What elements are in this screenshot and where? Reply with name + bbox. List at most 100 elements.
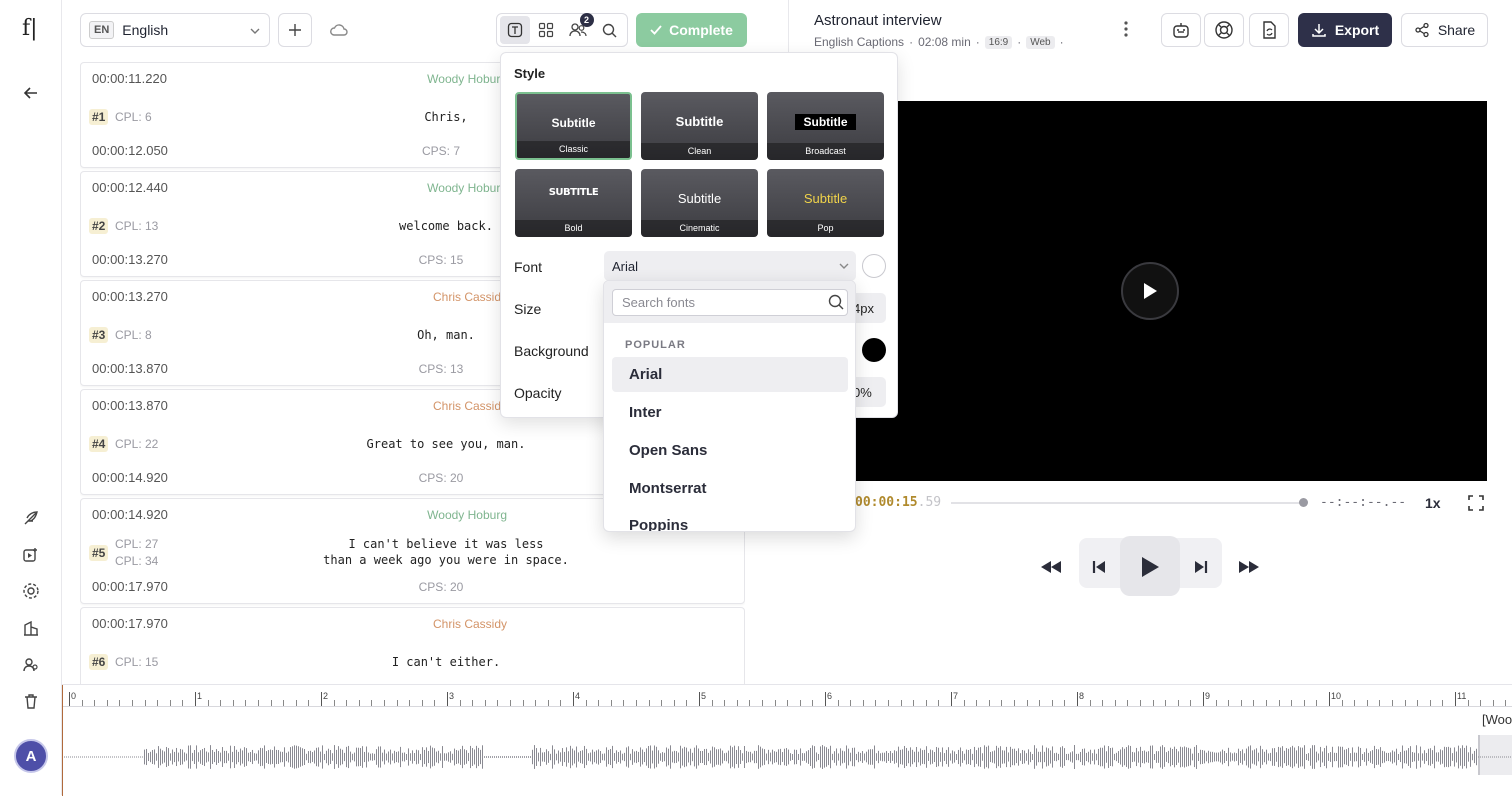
waveform-bar xyxy=(934,751,935,763)
seek-handle[interactable] xyxy=(1299,498,1308,507)
speaker-name[interactable]: Chris Cassidy xyxy=(381,617,507,631)
waveform-bar xyxy=(1016,750,1017,764)
font-option-open-sans[interactable]: Open Sans xyxy=(612,433,848,468)
waveform-bar xyxy=(302,748,303,766)
start-time[interactable]: 00:00:13.270 xyxy=(92,289,168,304)
help-button[interactable] xyxy=(1204,13,1244,47)
grid-view-button[interactable] xyxy=(532,16,562,44)
start-time[interactable]: 00:00:13.870 xyxy=(92,398,168,413)
previous-button[interactable] xyxy=(1086,548,1112,586)
feather-icon[interactable] xyxy=(19,506,43,530)
time-ruler[interactable]: 0 1 2 3 4 5 6 7 8 9 10 11 xyxy=(62,691,1512,707)
waveform-bar xyxy=(1194,746,1195,768)
end-time[interactable]: 00:00:12.050 xyxy=(92,143,168,158)
sync-button[interactable] xyxy=(1249,13,1289,47)
video-add-icon[interactable] xyxy=(19,543,43,567)
start-time[interactable]: 00:00:11.220 xyxy=(92,71,167,86)
subtitle-text[interactable]: I can't either. xyxy=(256,654,636,670)
font-option-montserrat[interactable]: Montserrat xyxy=(612,471,848,506)
speaker-name[interactable]: Woody Hoburg xyxy=(381,72,507,86)
video-preview[interactable] xyxy=(810,101,1487,481)
waveform-bar xyxy=(686,747,687,767)
fast-forward-button[interactable] xyxy=(1234,548,1264,586)
waveform-bar xyxy=(66,756,67,758)
complete-button[interactable]: Complete xyxy=(636,13,747,47)
language-select[interactable]: EN English xyxy=(80,13,270,47)
share-button[interactable]: Share xyxy=(1401,13,1488,47)
settings-icon[interactable] xyxy=(19,579,43,603)
playhead[interactable] xyxy=(62,685,63,796)
subtitle-text[interactable]: I can't believe it was less xyxy=(256,536,636,552)
user-avatar[interactable]: A xyxy=(14,739,48,773)
project-title[interactable]: Astronaut interview xyxy=(814,12,942,29)
subtitle-text[interactable]: Great to see you, man. xyxy=(256,436,636,452)
preset-classic[interactable]: Subtitle Classic xyxy=(515,92,632,160)
waveform-bar xyxy=(928,753,929,761)
add-button[interactable] xyxy=(278,13,312,47)
waveform-bar xyxy=(422,747,423,767)
waveform-bar xyxy=(726,752,727,762)
playback-speed[interactable]: 1x xyxy=(1425,495,1441,511)
waveform-bar xyxy=(134,756,135,758)
waveform-bar xyxy=(1228,747,1229,767)
end-time[interactable]: 00:00:13.270 xyxy=(92,252,168,267)
ai-assistant-button[interactable] xyxy=(1161,13,1201,47)
timeline[interactable]: 0 1 2 3 4 5 6 7 8 9 10 11 [Woo xyxy=(62,684,1512,796)
preset-pop[interactable]: Subtitle Pop xyxy=(767,169,884,237)
font-option-poppins[interactable]: Poppins xyxy=(612,508,848,531)
preset-sample: Subtitle xyxy=(803,191,848,206)
ruler-minor-tick xyxy=(648,700,650,706)
text-style-button[interactable] xyxy=(500,16,530,44)
preset-clean[interactable]: Subtitle Clean xyxy=(641,92,758,160)
font-select[interactable]: Arial xyxy=(604,251,856,281)
preset-cinematic[interactable]: Subtitle Cinematic xyxy=(641,169,758,237)
play-button[interactable] xyxy=(1135,548,1165,586)
end-time[interactable]: 00:00:14.920 xyxy=(92,470,168,485)
preset-bold[interactable]: SUBTITLE Bold xyxy=(515,169,632,237)
next-button[interactable] xyxy=(1188,548,1214,586)
background-color-swatch[interactable] xyxy=(862,338,886,362)
end-time[interactable]: 00:00:13.870 xyxy=(92,361,168,376)
fullscreen-icon[interactable] xyxy=(1467,494,1485,517)
font-option-inter[interactable]: Inter xyxy=(612,395,848,430)
start-time[interactable]: 00:00:17.970 xyxy=(92,616,168,631)
start-time[interactable]: 00:00:12.440 xyxy=(92,180,168,195)
waveform-bar xyxy=(1036,748,1037,766)
waveform-bar xyxy=(1306,753,1307,761)
speakers-button[interactable]: 2 xyxy=(563,13,594,44)
seek-bar[interactable] xyxy=(951,498,1308,507)
speaker-name[interactable]: Woody Hoburg xyxy=(381,181,507,195)
subtitle-card[interactable]: 00:00:17.970 Chris Cassidy #6 CPL: 15 I … xyxy=(80,607,745,684)
end-time[interactable]: 00:00:17.970 xyxy=(92,579,168,594)
waveform-bar xyxy=(1112,747,1113,767)
cloud-sync-button[interactable] xyxy=(322,13,356,47)
video-play-button[interactable] xyxy=(1121,262,1179,320)
waveform-bar xyxy=(1224,750,1225,764)
trash-icon[interactable] xyxy=(19,689,43,713)
waveform-bar xyxy=(300,747,301,767)
app-logo[interactable]: f| xyxy=(22,16,38,41)
waveform-bar xyxy=(1446,747,1447,767)
waveform-bar xyxy=(1060,747,1061,767)
start-time[interactable]: 00:00:14.920 xyxy=(92,507,168,522)
subtitle-text[interactable]: than a week ago you were in space. xyxy=(256,552,636,568)
export-button[interactable]: Export xyxy=(1298,13,1392,47)
building-icon[interactable] xyxy=(19,616,43,640)
audio-waveform[interactable] xyxy=(62,737,1512,777)
font-option-arial[interactable]: Arial xyxy=(612,357,848,392)
preset-broadcast[interactable]: Subtitle Broadcast xyxy=(767,92,884,160)
more-options-icon[interactable] xyxy=(1123,20,1129,43)
rewind-button[interactable] xyxy=(1036,548,1066,586)
users-icon[interactable] xyxy=(19,653,43,677)
speaker-name[interactable]: Chris Cassidy xyxy=(381,399,507,413)
speaker-name[interactable]: Chris Cassidy xyxy=(381,290,507,304)
speaker-clip-label[interactable]: [Woo xyxy=(1482,712,1512,727)
preset-sample: Subtitle xyxy=(795,114,856,130)
back-arrow-icon[interactable] xyxy=(19,81,43,105)
waveform-bar xyxy=(218,751,219,763)
waveform-bar xyxy=(1302,747,1303,767)
speaker-name[interactable]: Woody Hoburg xyxy=(381,508,507,522)
search-button[interactable] xyxy=(595,16,625,44)
font-search-input[interactable] xyxy=(612,289,848,316)
font-color-swatch[interactable] xyxy=(862,254,886,278)
